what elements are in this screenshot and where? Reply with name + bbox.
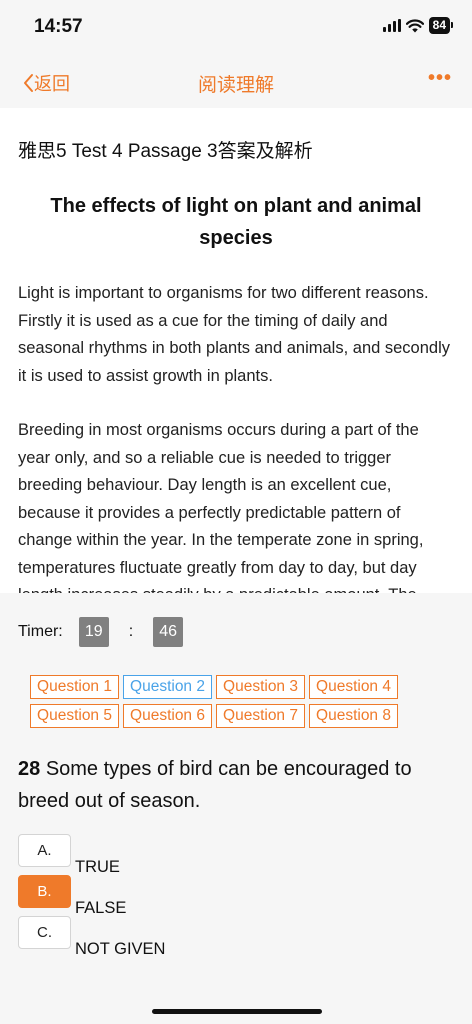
tab-question-5[interactable]: Question 5	[30, 704, 119, 728]
question-prompt: 28 Some types of bird can be encouraged …	[18, 753, 458, 817]
passage-title: The effects of light on plant and animal…	[50, 195, 422, 249]
option-c-label: NOT GIVEN	[75, 940, 166, 958]
wifi-icon	[405, 18, 424, 32]
page-title: 阅读理解	[197, 75, 274, 96]
passage-paragraph: Breeding in most organisms occurs during…	[18, 421, 424, 593]
status-icons: 84	[382, 17, 454, 34]
question-number: 28	[18, 758, 41, 780]
home-indicator[interactable]	[152, 1009, 322, 1014]
passage-heading: 雅思5 Test 4 Passage 3答案及解析	[18, 141, 313, 162]
tab-question-3[interactable]: Question 3	[216, 675, 305, 699]
tab-question-4[interactable]: Question 4	[309, 675, 398, 699]
passage-paragraph: Light is important to organisms for two …	[18, 284, 451, 385]
timer-minutes: 19	[78, 617, 109, 647]
nav-bar: 返回 阅读理解 •••	[0, 56, 472, 108]
tab-question-2[interactable]: Question 2	[123, 675, 212, 699]
quiz-panel: Timer: 19 : 46 Question 1 Question 2 Que…	[0, 593, 472, 1024]
option-a-label: TRUE	[75, 858, 120, 876]
tab-question-1[interactable]: Question 1	[30, 675, 119, 699]
option-b-label: FALSE	[75, 899, 127, 917]
timer-separator: :	[128, 623, 134, 640]
timer: Timer: 19 : 46	[18, 617, 184, 647]
status-time: 14:57	[34, 16, 83, 37]
passage-panel[interactable]: 雅思5 Test 4 Passage 3答案及解析 The effects of…	[0, 108, 472, 593]
timer-label: Timer:	[18, 623, 63, 640]
option-a-button[interactable]: A.	[18, 834, 71, 867]
answer-options: A. TRUE B. FALSE C. NOT GIVEN	[18, 834, 166, 958]
tab-question-8[interactable]: Question 8	[309, 704, 398, 728]
question-tabs: Question 1 Question 2 Question 3 Questio…	[30, 675, 430, 728]
option-b-button[interactable]: B.	[18, 875, 71, 908]
option-b[interactable]: B. FALSE	[18, 875, 165, 917]
status-bar: 14:57 84	[0, 0, 472, 56]
tab-question-7[interactable]: Question 7	[216, 704, 305, 728]
cellular-signal-icon	[382, 19, 401, 32]
tab-question-6[interactable]: Question 6	[123, 704, 212, 728]
option-a[interactable]: A. TRUE	[18, 834, 165, 876]
option-c[interactable]: C. NOT GIVEN	[18, 916, 166, 958]
more-options-button[interactable]: •••	[428, 67, 452, 90]
battery-icon: 84	[428, 17, 454, 34]
question-text: Some types of bird can be encouraged to …	[18, 758, 412, 812]
option-c-button[interactable]: C.	[18, 916, 71, 949]
timer-seconds: 46	[153, 617, 184, 647]
